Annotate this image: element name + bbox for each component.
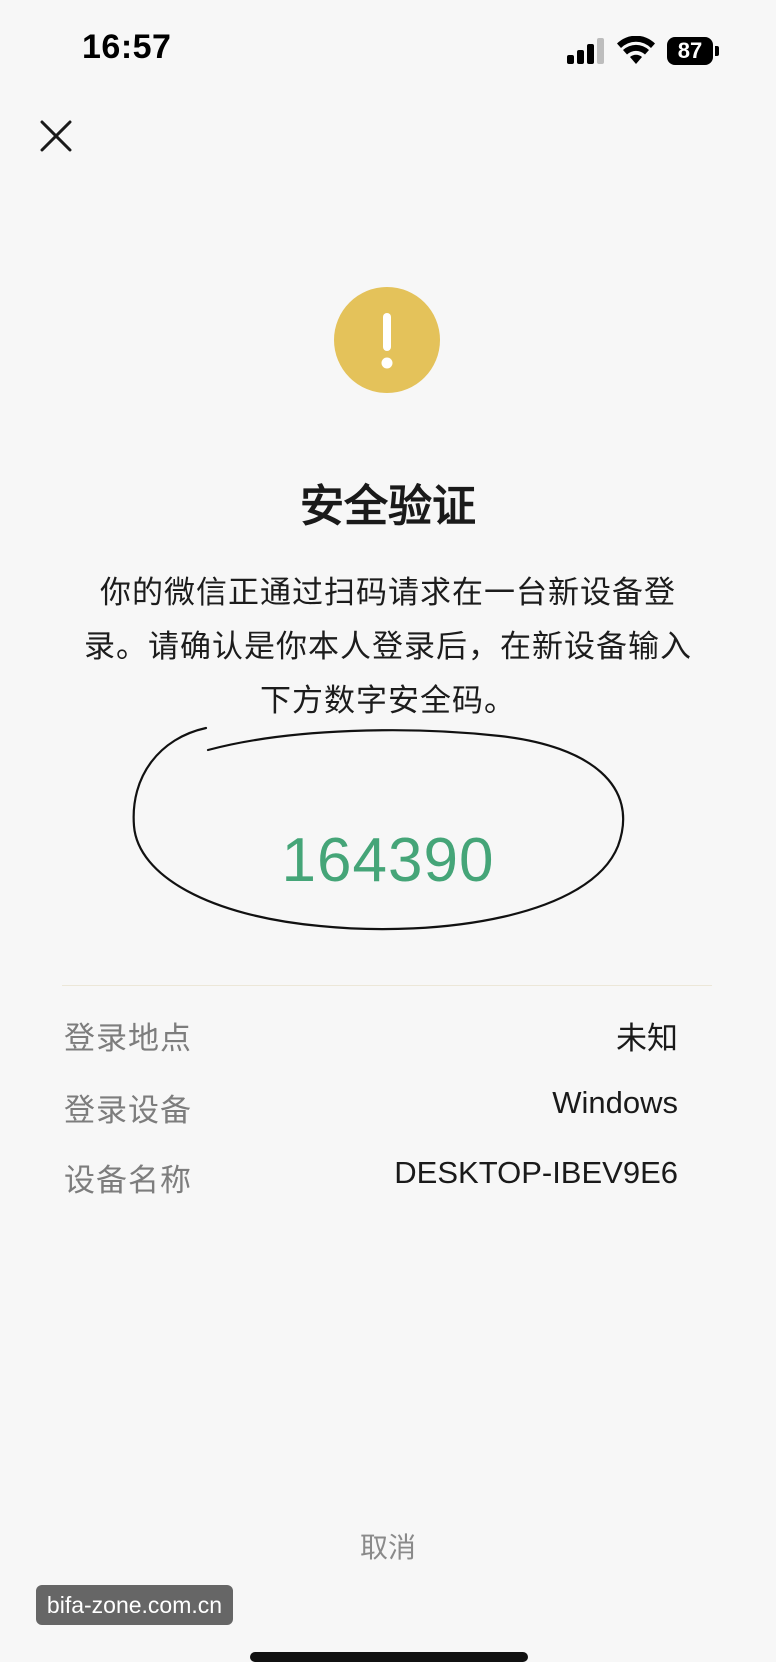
info-label: 登录设备 [64,1093,192,1129]
battery-tip [715,46,719,56]
battery-icon: 87 [667,37,719,65]
info-value: Windows [552,1085,678,1120]
info-value: 未知 [616,1021,678,1056]
signal-icon [567,38,604,64]
exclamation-icon [381,313,393,369]
close-icon [40,120,72,152]
wifi-icon [617,36,655,64]
info-value: DESKTOP-IBEV9E6 [394,1155,678,1190]
info-row-device: 登录设备 Windows [64,1085,678,1135]
cancel-button[interactable]: 取消 [338,1526,438,1566]
watermark: bifa-zone.com.cn [36,1585,233,1625]
security-code: 164390 [281,826,495,895]
divider [62,985,712,986]
close-button[interactable] [34,114,78,158]
description-text: 你的微信正通过扫码请求在一台新设备登录。请确认是你本人登录后，在新设备输入下方数… [84,575,692,719]
home-indicator[interactable] [250,1652,528,1662]
warning-icon [334,287,440,393]
info-row-device-name: 设备名称 DESKTOP-IBEV9E6 [64,1155,678,1205]
info-label: 设备名称 [64,1163,192,1199]
status-time: 16:57 [82,28,172,66]
info-row-location: 登录地点 未知 [64,1013,678,1063]
battery-level: 87 [667,37,713,65]
info-label: 登录地点 [64,1021,192,1057]
status-bar: 16:57 87 [0,0,776,100]
page-title: 安全验证 [300,481,476,532]
